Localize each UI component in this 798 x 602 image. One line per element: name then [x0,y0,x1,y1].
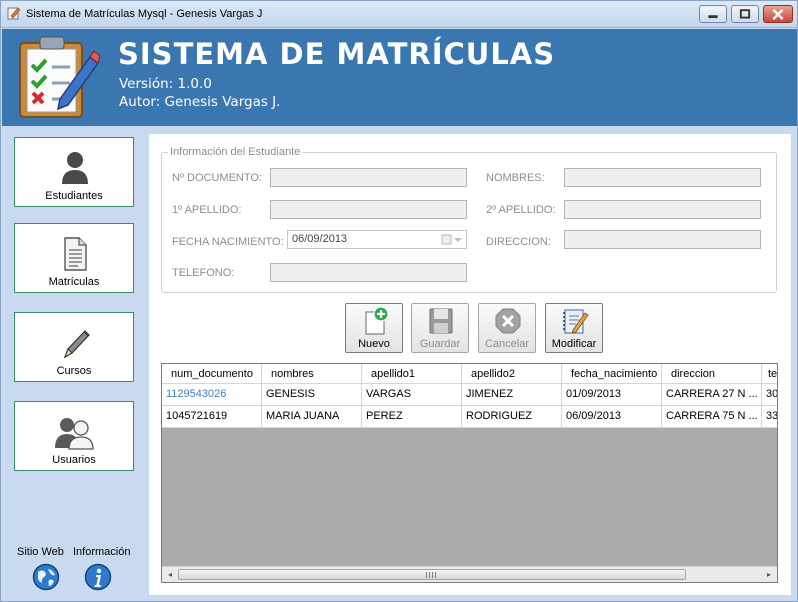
students-table[interactable]: num_documento nombres apellido1 apellido… [161,363,778,583]
cancelar-button[interactable]: Cancelar [478,303,536,353]
guardar-label: Guardar [419,338,461,350]
person-icon [62,152,88,184]
title-bar[interactable]: Sistema de Matrículas Mysql - Genesis Va… [1,1,797,28]
main-panel: Información del Estudiante Nº DOCUMENTO:… [149,134,791,595]
nombres-field[interactable] [564,168,761,187]
minimize-button[interactable] [699,5,727,23]
globe-icon[interactable] [32,563,60,591]
maximize-icon [739,9,751,19]
app-window: Sistema de Matrículas Mysql - Genesis Va… [0,0,798,602]
sidebar-item-label: Cursos [56,365,92,377]
table-cell[interactable]: RODRIGUEZ [462,406,562,427]
telefono-label: TELEFONO: [172,267,235,279]
sidebar-item-label: Usuarios [52,454,96,466]
guardar-button[interactable]: Guardar [411,303,469,353]
app-version: Versión: 1.0.0 [119,76,212,92]
table-cell[interactable]: CARRERA 27 N ... [662,384,762,405]
maximize-button[interactable] [731,5,759,23]
documento-field[interactable] [270,168,467,187]
save-icon [429,308,453,334]
table-cell[interactable]: PEREZ [362,406,462,427]
nuevo-label: Nuevo [358,338,390,350]
table-row[interactable]: 1129543026 GENESIS VARGAS JIMENEZ 01/09/… [162,384,777,406]
table-cell[interactable]: JIMENEZ [462,384,562,405]
column-header[interactable]: nombres [262,364,362,384]
close-icon [772,8,784,20]
group-title: Información del Estudiante [168,146,303,158]
cancel-icon [495,308,521,334]
column-header[interactable]: te [762,364,777,384]
documento-label: Nº DOCUMENTO: [172,172,262,184]
direccion-label: DIRECCION: [486,236,551,248]
table-cell[interactable]: MARIA JUANA [262,406,362,427]
sidebar-item-matriculas[interactable]: Matrículas [14,223,134,293]
table-cell[interactable]: 06/09/2013 [562,406,662,427]
app-icon [7,7,21,20]
users-icon [55,418,94,450]
minimize-icon [708,15,718,19]
scroll-right-icon[interactable]: ▸ [763,569,775,581]
modificar-button[interactable]: Modificar [545,303,603,353]
app-author: Autor: Genesis Vargas J. [119,94,281,110]
pencil-icon [63,330,90,359]
table-cell[interactable]: 33 [762,406,777,427]
nuevo-button[interactable]: Nuevo [345,303,403,353]
direccion-field[interactable] [564,230,761,249]
fecha-value: 06/09/2013 [292,233,348,245]
sidebar-item-label: Estudiantes [45,190,103,202]
table-cell[interactable]: GENESIS [262,384,362,405]
table-cell[interactable]: VARGAS [362,384,462,405]
table-cell[interactable]: 1045721619 [162,406,262,427]
clipboard-checklist-icon [19,36,100,118]
table-cell[interactable]: CARRERA 75 N ... [662,406,762,427]
sidebar: Estudiantes Matrículas Cursos Usuarios S… [2,126,147,601]
sidebar-item-label: Matrículas [48,276,100,288]
table-header: num_documento nombres apellido1 apellido… [162,364,777,384]
modificar-label: Modificar [551,338,597,350]
table-cell[interactable]: 30 [762,384,777,405]
column-header[interactable]: fecha_nacimiento [562,364,662,384]
app-title: SISTEMA DE MATRÍCULAS [118,37,556,71]
table-cell[interactable]: 1129543026 [162,384,262,405]
apellido2-field[interactable] [564,200,761,219]
new-document-icon [365,307,389,335]
sidebar-item-estudiantes[interactable]: Estudiantes [14,137,134,207]
table-row[interactable]: 1045721619 MARIA JUANA PEREZ RODRIGUEZ 0… [162,406,777,428]
calendar-dropdown-icon[interactable] [441,234,463,246]
table-cell[interactable]: 01/09/2013 [562,384,662,405]
website-link-label[interactable]: Sitio Web [17,546,64,558]
apellido1-field[interactable] [270,200,467,219]
telefono-field[interactable] [270,263,467,282]
scroll-left-icon[interactable]: ◂ [164,569,176,581]
scroll-grip [426,572,436,578]
column-header[interactable]: apellido2 [462,364,562,384]
fecha-label: FECHA NACIMIENTO: [172,236,284,248]
window-title: Sistema de Matrículas Mysql - Genesis Va… [26,8,263,20]
info-link-label[interactable]: Información [73,546,130,558]
fecha-nacimiento-picker[interactable]: 06/09/2013 [287,230,467,249]
sidebar-item-cursos[interactable]: Cursos [14,312,134,382]
column-header[interactable]: num_documento [162,364,262,384]
apellido2-label: 2º APELLIDO: [486,204,556,216]
close-button[interactable] [763,5,793,23]
apellido1-label: 1º APELLIDO: [172,204,242,216]
info-icon[interactable] [84,563,112,591]
document-icon [64,237,87,271]
edit-notebook-icon [563,309,589,334]
column-header[interactable]: direccion [662,364,762,384]
app-header: SISTEMA DE MATRÍCULAS Versión: 1.0.0 Aut… [2,29,797,126]
scroll-thumb[interactable] [178,569,686,580]
horizontal-scrollbar[interactable]: ◂ ▸ [162,566,777,582]
sidebar-item-usuarios[interactable]: Usuarios [14,401,134,471]
nombres-label: NOMBRES: [486,172,545,184]
cancelar-label: Cancelar [484,338,530,350]
column-header[interactable]: apellido1 [362,364,462,384]
